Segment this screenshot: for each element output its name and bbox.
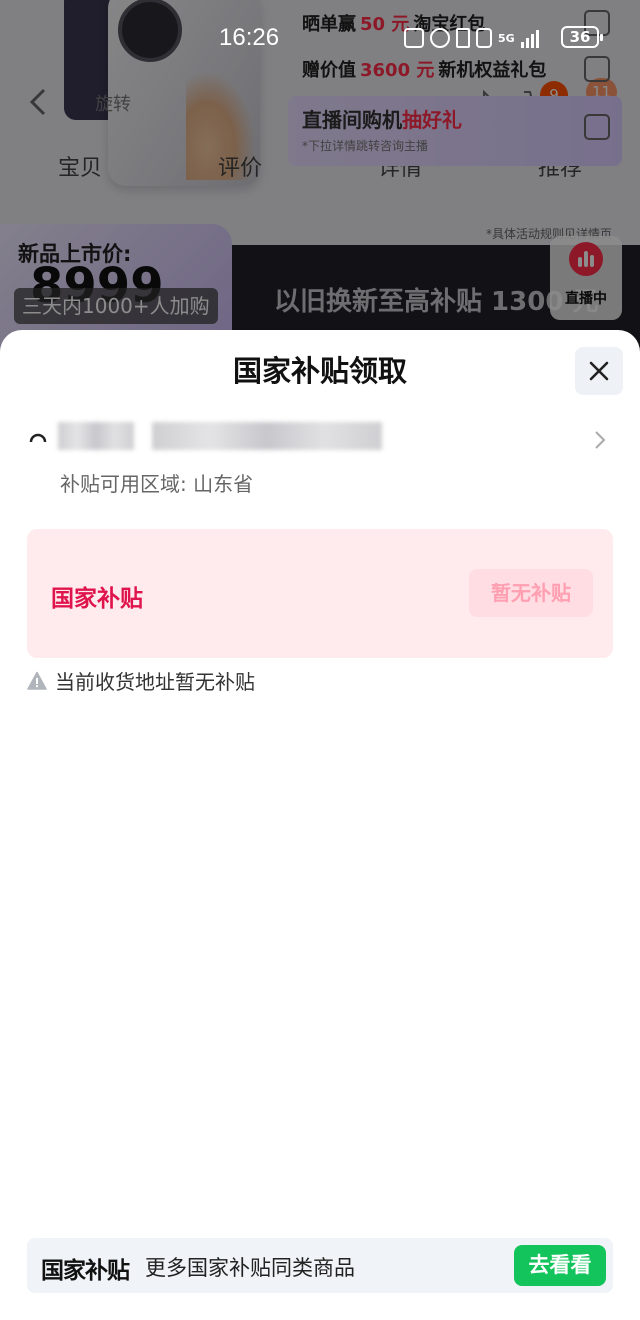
claim-button-disabled[interactable]: 暂无补贴	[469, 569, 593, 617]
warning-icon	[27, 671, 47, 690]
signal-icon	[520, 28, 539, 48]
bluetooth-icon	[456, 28, 470, 48]
address-warning: 当前收货地址暂无补贴	[27, 666, 255, 695]
address-selector[interactable]: 补贴可用区域: 山东省	[28, 416, 612, 496]
close-button[interactable]	[575, 347, 623, 395]
clock: 16:26	[219, 24, 280, 51]
location-icon	[29, 433, 47, 443]
chevron-right-icon	[595, 431, 606, 449]
subsidy-name: 国家补贴	[51, 586, 143, 612]
subsidy-card: 国家补贴 暂无补贴	[27, 529, 613, 658]
address-redacted	[152, 422, 382, 450]
subsidy-logo: 国家补贴	[41, 1258, 130, 1284]
more-subsidy-text: 更多国家补贴同类商品	[145, 1256, 355, 1280]
battery-icon: 36	[561, 26, 603, 48]
network-type: 5G	[498, 31, 515, 45]
sheet-title: 国家补贴领取	[232, 354, 407, 388]
subsidy-sheet: 国家补贴领取 补贴可用区域: 山东省 国家补贴 暂无补贴 当前收货地址暂无补贴	[0, 330, 640, 1320]
vibrate-icon	[476, 28, 492, 48]
nfc-icon	[404, 28, 424, 48]
subsidy-region: 补贴可用区域: 山东省	[60, 472, 254, 496]
go-view-button[interactable]: 去看看	[514, 1245, 606, 1286]
address-redacted	[58, 422, 134, 450]
status-icons: 5G	[404, 28, 539, 48]
more-subsidy-bar: 国家补贴 更多国家补贴同类商品 去看看	[27, 1238, 613, 1293]
alarm-icon	[430, 28, 450, 48]
status-bar: 16:26 5G 36	[0, 0, 640, 70]
close-icon	[589, 361, 609, 381]
